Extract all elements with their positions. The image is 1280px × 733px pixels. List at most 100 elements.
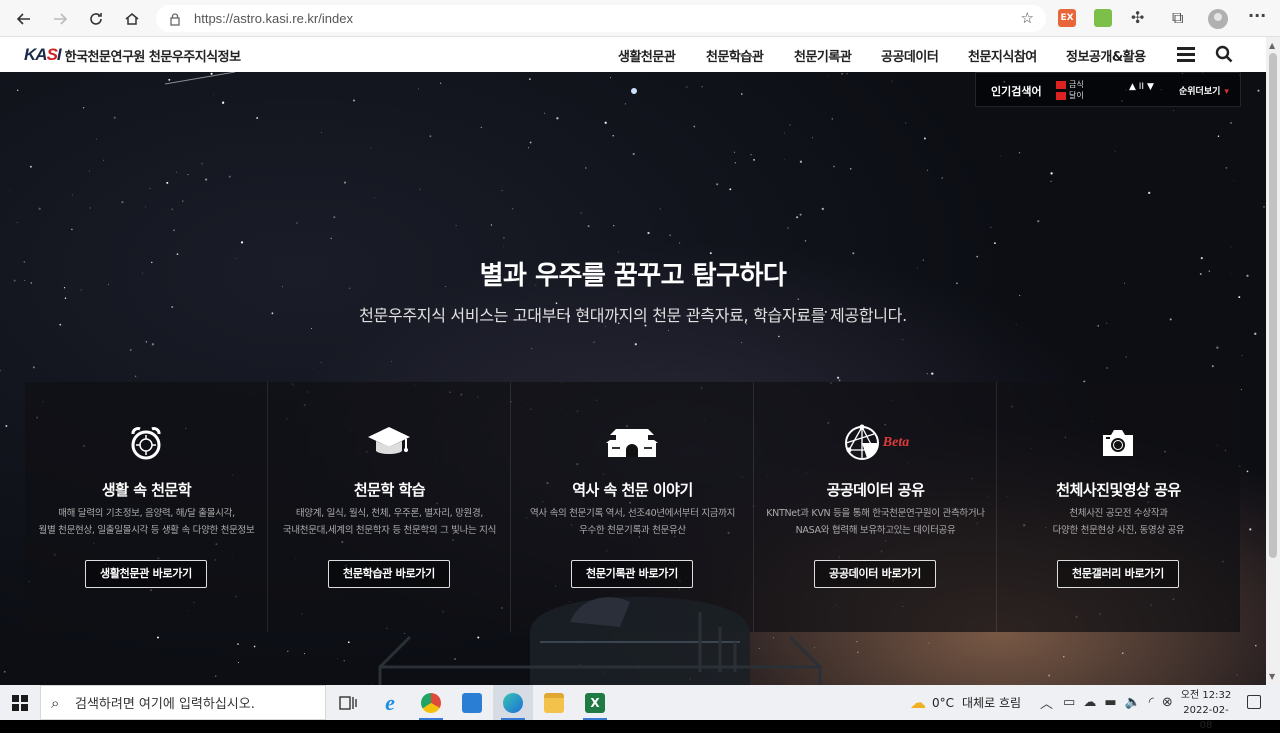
scroll-thumb[interactable] bbox=[1269, 53, 1277, 558]
popular-search-list[interactable]: 금식 달이 bbox=[1056, 79, 1084, 101]
profile-avatar[interactable] bbox=[1208, 9, 1228, 29]
refresh-icon bbox=[90, 12, 102, 25]
battery-icon[interactable]: ▬ bbox=[1104, 695, 1116, 710]
star bbox=[182, 200, 184, 202]
graduation-cap-icon bbox=[354, 422, 424, 464]
nav-item-learning[interactable]: 천문학습관 bbox=[706, 46, 764, 65]
popular-search-label: 인기검색어 bbox=[991, 85, 1042, 98]
nav-item-life-astronomy[interactable]: 생활천문관 bbox=[618, 46, 676, 65]
star bbox=[237, 643, 239, 646]
star bbox=[145, 341, 148, 343]
star bbox=[343, 181, 347, 184]
star bbox=[511, 208, 514, 210]
favorite-star-icon[interactable]: ☆ bbox=[1021, 9, 1034, 27]
hero-title: 별과 우주를 꿈꾸고 탐구하다 bbox=[479, 261, 787, 291]
star bbox=[176, 171, 177, 173]
weather-widget[interactable]: ☁ 0°C 대체로 흐림 bbox=[910, 685, 1021, 720]
star bbox=[990, 226, 992, 228]
search-icon[interactable] bbox=[1215, 45, 1233, 63]
home-button[interactable] bbox=[114, 0, 150, 37]
star bbox=[902, 339, 904, 341]
chevron-up-icon[interactable]: ︿ bbox=[1040, 693, 1053, 712]
star bbox=[1255, 644, 1257, 647]
weather-text: 대체로 흐림 bbox=[962, 696, 1022, 710]
back-button[interactable] bbox=[6, 0, 42, 37]
collections-icon[interactable]: ⧉ bbox=[1172, 8, 1183, 28]
address-bar[interactable]: https://astro.kasi.re.kr/index ☆ bbox=[156, 5, 1046, 32]
edge-browser-icon[interactable] bbox=[493, 685, 533, 720]
more-options-icon[interactable]: ··· bbox=[1248, 6, 1266, 25]
star bbox=[149, 187, 151, 190]
notification-icon[interactable] bbox=[1247, 695, 1261, 709]
close-circle-icon[interactable]: ⊗ bbox=[1162, 695, 1173, 710]
onedrive-cloud-icon[interactable]: ☁ bbox=[1083, 695, 1096, 710]
star bbox=[256, 116, 259, 120]
extension-green-icon[interactable] bbox=[1094, 9, 1112, 27]
wifi-icon[interactable]: ◜ bbox=[1149, 695, 1154, 710]
star bbox=[529, 141, 532, 144]
file-explorer-icon[interactable] bbox=[534, 685, 574, 720]
star bbox=[418, 88, 419, 90]
nav-item-info-disclosure[interactable]: 정보공개&활용 bbox=[1066, 46, 1146, 65]
taskbar-search-input[interactable]: ⌕ 검색하려면 여기에 입력하십시오. bbox=[40, 685, 326, 720]
hamburger-menu-icon[interactable] bbox=[1177, 47, 1195, 62]
nav-item-participation[interactable]: 천문지식참여 bbox=[968, 46, 1037, 65]
star bbox=[1257, 89, 1260, 92]
star bbox=[151, 343, 155, 346]
star bbox=[838, 379, 841, 382]
forward-button[interactable] bbox=[42, 0, 78, 37]
windows-start-icon[interactable] bbox=[12, 695, 28, 711]
star bbox=[750, 154, 752, 156]
star bbox=[1063, 656, 1065, 658]
volume-icon[interactable]: 🔈 bbox=[1125, 695, 1141, 710]
star bbox=[787, 227, 789, 229]
popular-rotate-controls[interactable]: ▲ II ▼ bbox=[1129, 82, 1154, 92]
meteor-streak bbox=[164, 72, 236, 85]
refresh-button[interactable] bbox=[78, 0, 114, 37]
excel-icon[interactable]: X bbox=[575, 685, 615, 720]
card-desc-line: 태양계, 일식, 월식, 천체, 우주론, 별자리, 망원경, bbox=[295, 508, 484, 519]
arrow-right-icon bbox=[54, 12, 68, 25]
site-logo[interactable]: KASI 한국천문연구원 천문우주지식정보 bbox=[24, 45, 241, 65]
star bbox=[17, 89, 19, 91]
go-life-astronomy-button[interactable]: 생활천문관 바로가기 bbox=[85, 560, 207, 588]
url-text: https://astro.kasi.re.kr/index bbox=[194, 11, 353, 26]
star bbox=[72, 194, 73, 196]
extension-ex-icon[interactable]: EX bbox=[1058, 9, 1076, 27]
card-desc-line: 월별 천문현상, 일출일몰시각 등 생활 속 다양한 천문정보 bbox=[38, 525, 255, 536]
card-title: 공공데이터 공유 bbox=[826, 481, 925, 499]
meet-now-icon[interactable]: ▭ bbox=[1063, 695, 1075, 710]
popular-search-item[interactable]: 달이 bbox=[1056, 90, 1084, 101]
star bbox=[753, 158, 756, 161]
star bbox=[213, 94, 214, 96]
star bbox=[311, 327, 313, 329]
scroll-down-icon[interactable]: ▼ bbox=[1269, 672, 1275, 681]
star bbox=[1114, 150, 1116, 152]
app-blue-icon[interactable] bbox=[452, 685, 492, 720]
star bbox=[846, 73, 848, 75]
star bbox=[429, 135, 432, 138]
popular-search-item[interactable]: 금식 bbox=[1056, 79, 1084, 90]
go-gallery-button[interactable]: 천문갤러리 바로가기 bbox=[1057, 560, 1179, 588]
star bbox=[849, 168, 852, 170]
nav-item-records[interactable]: 천문기록관 bbox=[794, 46, 852, 65]
browser-toolbar: https://astro.kasi.re.kr/index ☆ EX ✣ ⧉ … bbox=[0, 0, 1280, 37]
star bbox=[337, 657, 339, 659]
card-desc-line: 우수한 천문기록과 천문유산 bbox=[579, 525, 686, 536]
chrome-profile-icon[interactable] bbox=[411, 685, 451, 720]
internet-explorer-icon[interactable]: e bbox=[370, 685, 410, 720]
observatory-silhouette bbox=[378, 597, 822, 685]
scroll-up-icon[interactable]: ▲ bbox=[1269, 41, 1275, 50]
star bbox=[543, 112, 545, 114]
popular-more-link[interactable]: 순위더보기 ▾ bbox=[1179, 84, 1229, 97]
star bbox=[669, 234, 671, 237]
page-scrollbar[interactable]: ▲ ▼ bbox=[1266, 37, 1280, 685]
star bbox=[587, 225, 590, 228]
system-clock[interactable]: 오전 12:32 2022-02-08 bbox=[1180, 688, 1232, 733]
star bbox=[789, 124, 791, 126]
star bbox=[157, 636, 159, 639]
extensions-puzzle-icon[interactable]: ✣ bbox=[1131, 8, 1144, 27]
nav-item-public-data[interactable]: 공공데이터 bbox=[881, 46, 939, 65]
task-view-icon[interactable] bbox=[328, 685, 368, 720]
star bbox=[799, 213, 802, 216]
